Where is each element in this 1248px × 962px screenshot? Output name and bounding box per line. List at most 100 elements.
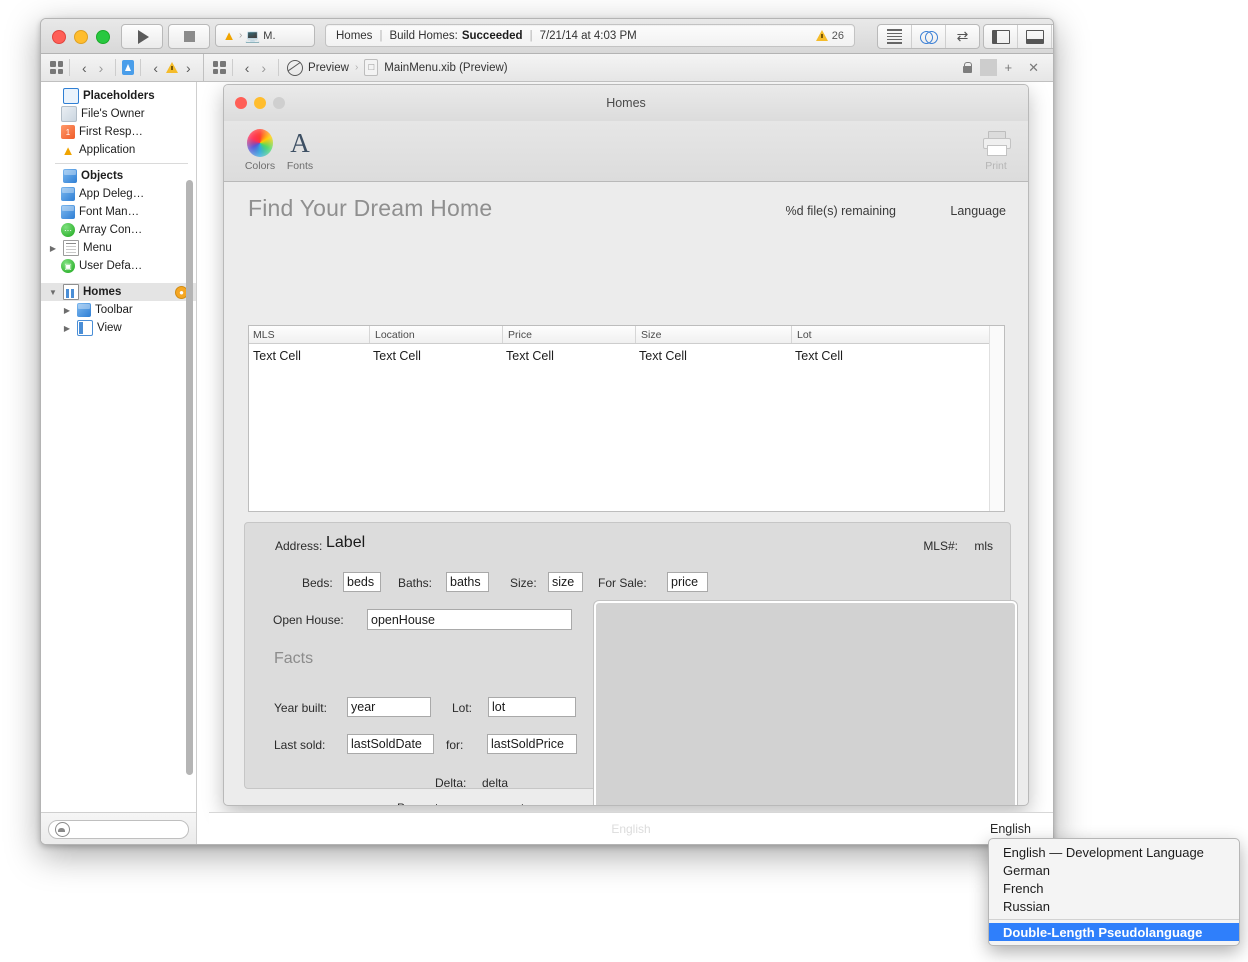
cube-blue-icon: [63, 169, 77, 183]
version-editor-icon: ⇄: [957, 28, 969, 45]
forsale-field[interactable]: price: [667, 572, 708, 592]
twisty-homes[interactable]: ▼: [47, 288, 59, 297]
close-editor-button[interactable]: ✕: [1020, 60, 1047, 76]
column-header-lot[interactable]: Lot: [791, 326, 1004, 343]
size-field[interactable]: size: [548, 572, 583, 592]
column-header-price[interactable]: Price: [502, 326, 635, 343]
zoom-window-button[interactable]: [96, 30, 110, 44]
table-cell: Text Cell: [369, 349, 502, 363]
close-window-button[interactable]: [52, 30, 66, 44]
column-header-mls[interactable]: MLS: [249, 326, 369, 343]
standard-editor-button[interactable]: [878, 25, 912, 48]
tree-item-label: Toolbar: [95, 304, 133, 316]
yearbuilt-label: Year built:: [274, 701, 327, 715]
tree-item-toolbar[interactable]: ▶ Toolbar: [41, 301, 196, 319]
nav-back-button[interactable]: ‹: [76, 60, 93, 76]
baths-field[interactable]: baths: [446, 572, 489, 592]
print-toolbar-item[interactable]: Print: [972, 126, 1020, 172]
table-scrollbar[interactable]: [989, 326, 1004, 511]
tree-item-homes[interactable]: ▼ Homes ●: [41, 283, 196, 301]
xcode-window: ▲ › 💻 M. Homes | Build Homes: Succeeded …: [40, 18, 1054, 845]
tree-item-application[interactable]: ▲ Application: [41, 141, 196, 159]
percentage-value: percentage: [484, 801, 544, 806]
twisty-menu[interactable]: ▶: [47, 244, 59, 253]
scheme-destination-label: M.: [263, 30, 275, 42]
beds-field[interactable]: beds: [343, 572, 381, 592]
tree-item-view[interactable]: ▶ View: [41, 319, 196, 337]
language-button[interactable]: Language: [950, 204, 1006, 218]
preview-zoom-button[interactable]: [273, 97, 285, 109]
tree-item-font-manager[interactable]: Font Man…: [41, 203, 196, 221]
tree-item-user-defaults[interactable]: ▣ User Defa…: [41, 257, 196, 275]
sidebar-scrollbar[interactable]: [186, 180, 193, 775]
preview-window: Homes Colors A Fonts: [223, 84, 1029, 806]
menu-item-german[interactable]: German: [989, 861, 1239, 879]
table-row[interactable]: Text Cell Text Cell Text Cell Text Cell …: [249, 344, 1004, 368]
homes-table[interactable]: MLS Location Price Size Lot Text Cell Te…: [248, 325, 1005, 512]
toggle-utilities-button[interactable]: [1052, 25, 1054, 48]
issue-prev-button[interactable]: ‹: [147, 60, 164, 76]
column-header-size[interactable]: Size: [635, 326, 791, 343]
tree-group-placeholders[interactable]: Placeholders: [41, 87, 196, 105]
add-editor-button[interactable]: +: [997, 60, 1021, 75]
menu-item-english[interactable]: English — Development Language: [989, 843, 1239, 861]
filter-field[interactable]: [48, 820, 189, 839]
tree-item-array-controller[interactable]: ⋯ Array Con…: [41, 221, 196, 239]
minimize-window-button[interactable]: [74, 30, 88, 44]
view-icon: [77, 320, 93, 336]
warning-indicator[interactable]: 26: [816, 30, 844, 42]
tree-group-objects[interactable]: Objects: [41, 167, 196, 185]
nav-forward-button[interactable]: ›: [93, 60, 110, 76]
tree-item-label: App Deleg…: [79, 188, 144, 200]
column-header-location[interactable]: Location: [369, 326, 502, 343]
breadcrumb-item-file[interactable]: MainMenu.xib (Preview): [384, 62, 507, 74]
issue-next-button[interactable]: ›: [180, 60, 197, 76]
tree-item-menu[interactable]: ▶ Menu: [41, 239, 196, 257]
activity-status-view[interactable]: Homes | Build Homes: Succeeded | 7/21/14…: [325, 24, 855, 47]
fonts-label: Fonts: [276, 160, 324, 172]
bottom-right-language[interactable]: English: [990, 822, 1031, 836]
tree-item-label: View: [97, 322, 122, 334]
openhouse-field[interactable]: openHouse: [367, 609, 572, 630]
menu-item-double-length-pseudolanguage[interactable]: Double-Length Pseudolanguage: [989, 923, 1239, 941]
tree-item-label: Application: [79, 144, 135, 156]
tree-item-app-delegate[interactable]: App Deleg…: [41, 185, 196, 203]
menu-item-russian[interactable]: Russian: [989, 897, 1239, 915]
scheme-selector[interactable]: ▲ › 💻 M.: [215, 24, 315, 47]
delta-label: Delta:: [435, 776, 466, 790]
breadcrumb-item-preview[interactable]: Preview: [308, 62, 349, 74]
run-button[interactable]: [121, 24, 163, 49]
cube-outline-icon: [63, 88, 79, 104]
xcode-doc-icon[interactable]: [122, 60, 134, 75]
related-items-button[interactable]: [50, 61, 63, 74]
toggle-navigator-button[interactable]: [984, 25, 1018, 48]
warning-count: 26: [832, 30, 844, 42]
assistant-editor-button[interactable]: [912, 25, 946, 48]
lastsold-field[interactable]: lastSoldDate: [347, 734, 434, 754]
preview-minimize-button[interactable]: [254, 97, 266, 109]
twisty-toolbar[interactable]: ▶: [61, 306, 73, 315]
detail-panel: Address: Label MLS#: mls Beds: beds Bath…: [244, 522, 1011, 789]
for-field[interactable]: lastSoldPrice: [487, 734, 577, 754]
cube-blue-icon: [61, 187, 75, 201]
editor-related-items-button[interactable]: [213, 61, 226, 74]
toggle-debug-area-button[interactable]: [1018, 25, 1052, 48]
fonts-toolbar-item[interactable]: A Fonts: [276, 126, 324, 172]
image-well[interactable]: [594, 601, 1017, 806]
twisty-view[interactable]: ▶: [61, 324, 73, 333]
mac-icon: 💻: [245, 29, 260, 43]
tree-item-first-responder[interactable]: 1 First Resp…: [41, 123, 196, 141]
editor-back-button[interactable]: ‹: [239, 60, 256, 76]
related-items-icon: [213, 61, 226, 74]
preview-close-button[interactable]: [235, 97, 247, 109]
forsale-label: For Sale:: [598, 576, 647, 590]
tree-item-files-owner[interactable]: File's Owner: [41, 105, 196, 123]
yearbuilt-field[interactable]: year: [347, 697, 431, 717]
version-editor-button[interactable]: ⇄: [946, 25, 979, 48]
editor-forward-button[interactable]: ›: [255, 60, 272, 76]
lot-field[interactable]: lot: [488, 697, 576, 717]
lock-button[interactable]: [955, 63, 980, 73]
menu-item-french[interactable]: French: [989, 879, 1239, 897]
warning-triangle-icon[interactable]: [166, 62, 178, 73]
stop-button[interactable]: [168, 24, 210, 49]
